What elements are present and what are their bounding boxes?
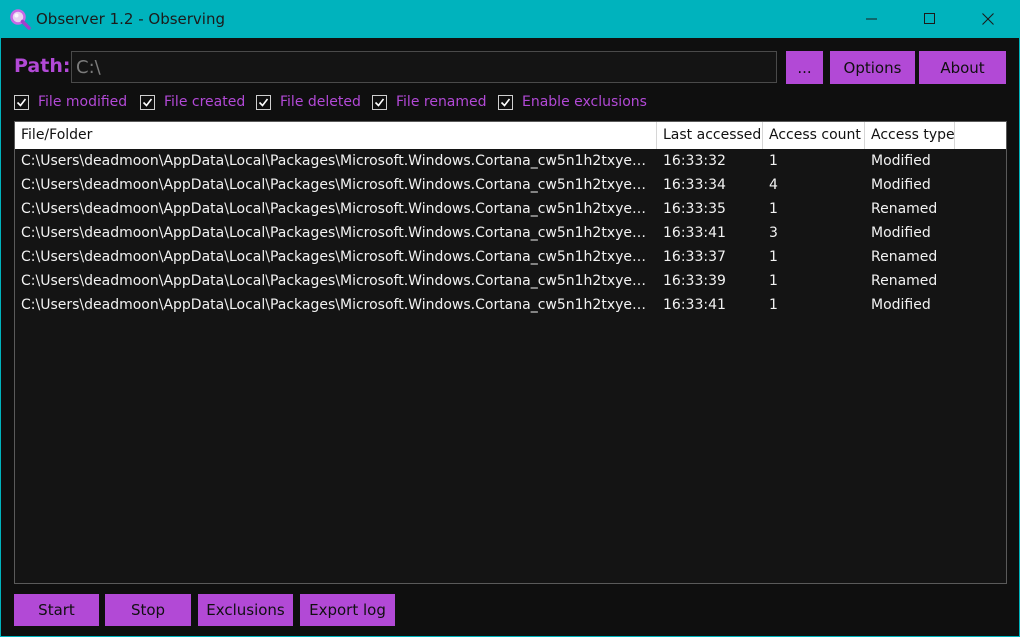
cell-path: C:\Users\deadmoon\AppData\Local\Packages… xyxy=(21,273,657,289)
app-window: Observer 1.2 - Observing Path: ... Optio… xyxy=(0,0,1020,637)
maximize-icon xyxy=(924,10,936,29)
column-header-access-type[interactable]: Access type xyxy=(865,122,955,149)
cell-last-accessed: 16:33:35 xyxy=(663,201,726,217)
cell-access-count: 1 xyxy=(769,249,778,265)
cell-access-type: Renamed xyxy=(871,273,938,289)
checkbox-label: File modified xyxy=(38,94,128,110)
cell-access-count: 4 xyxy=(769,177,778,193)
export-log-button[interactable]: Export log xyxy=(300,594,395,626)
checkmark-icon xyxy=(140,94,155,110)
table-row[interactable]: C:\Users\deadmoon\AppData\Local\Packages… xyxy=(15,149,1006,173)
table-row[interactable]: C:\Users\deadmoon\AppData\Local\Packages… xyxy=(15,197,1006,221)
column-header-last-accessed[interactable]: Last accessed xyxy=(657,122,763,149)
checkmark-icon xyxy=(498,94,513,110)
file-deleted-checkbox[interactable]: File deleted xyxy=(256,94,361,110)
cell-path: C:\Users\deadmoon\AppData\Local\Packages… xyxy=(21,249,657,265)
events-table[interactable]: File/Folder Last accessed Access count A… xyxy=(14,121,1007,584)
cell-access-count: 1 xyxy=(769,297,778,313)
table-header: File/Folder Last accessed Access count A… xyxy=(15,122,1006,149)
exclusions-button[interactable]: Exclusions xyxy=(198,594,293,626)
cell-path: C:\Users\deadmoon\AppData\Local\Packages… xyxy=(21,225,657,241)
cell-path: C:\Users\deadmoon\AppData\Local\Packages… xyxy=(21,153,657,169)
cell-last-accessed: 16:33:41 xyxy=(663,297,726,313)
checkmark-icon xyxy=(256,94,271,110)
cell-access-type: Renamed xyxy=(871,249,938,265)
options-button[interactable]: Options xyxy=(830,51,915,84)
cell-access-type: Modified xyxy=(871,297,931,313)
cell-access-type: Modified xyxy=(871,225,931,241)
checkmark-icon xyxy=(14,94,29,110)
file-modified-checkbox[interactable]: File modified xyxy=(14,94,127,110)
column-header-file-folder[interactable]: File/Folder xyxy=(15,122,657,149)
cell-last-accessed: 16:33:41 xyxy=(663,225,726,241)
checkbox-label: File created xyxy=(164,94,246,110)
maximize-button[interactable] xyxy=(901,1,959,38)
close-button[interactable] xyxy=(959,1,1017,38)
table-row[interactable]: C:\Users\deadmoon\AppData\Local\Packages… xyxy=(15,245,1006,269)
file-renamed-checkbox[interactable]: File renamed xyxy=(372,94,487,110)
title-bar[interactable]: Observer 1.2 - Observing xyxy=(1,1,1019,38)
magnifier-icon xyxy=(9,8,31,30)
minimize-button[interactable] xyxy=(843,1,901,38)
cell-path: C:\Users\deadmoon\AppData\Local\Packages… xyxy=(21,201,657,217)
cell-last-accessed: 16:33:37 xyxy=(663,249,726,265)
table-row[interactable]: C:\Users\deadmoon\AppData\Local\Packages… xyxy=(15,173,1006,197)
cell-last-accessed: 16:33:34 xyxy=(663,177,726,193)
cell-last-accessed: 16:33:32 xyxy=(663,153,726,169)
table-body: C:\Users\deadmoon\AppData\Local\Packages… xyxy=(15,149,1006,317)
cell-access-type: Renamed xyxy=(871,201,938,217)
cell-access-type: Modified xyxy=(871,153,931,169)
checkbox-label: File renamed xyxy=(396,94,487,110)
checkbox-label: File deleted xyxy=(280,94,361,110)
minimize-icon xyxy=(866,10,878,29)
window-title: Observer 1.2 - Observing xyxy=(36,10,225,28)
cell-access-count: 1 xyxy=(769,201,778,217)
cell-access-count: 1 xyxy=(769,273,778,289)
column-header-access-count[interactable]: Access count xyxy=(763,122,865,149)
cell-access-count: 1 xyxy=(769,153,778,169)
enable-exclusions-checkbox[interactable]: Enable exclusions xyxy=(498,94,647,110)
table-row[interactable]: C:\Users\deadmoon\AppData\Local\Packages… xyxy=(15,221,1006,245)
path-input[interactable] xyxy=(71,51,777,83)
about-button[interactable]: About xyxy=(919,51,1006,84)
browse-button[interactable]: ... xyxy=(786,51,823,84)
table-row[interactable]: C:\Users\deadmoon\AppData\Local\Packages… xyxy=(15,293,1006,317)
cell-access-count: 3 xyxy=(769,225,778,241)
cell-path: C:\Users\deadmoon\AppData\Local\Packages… xyxy=(21,177,657,193)
path-label: Path: xyxy=(14,55,71,77)
cell-last-accessed: 16:33:39 xyxy=(663,273,726,289)
close-icon xyxy=(982,10,994,29)
start-button[interactable]: Start xyxy=(14,594,99,626)
checkmark-icon xyxy=(372,94,387,110)
file-created-checkbox[interactable]: File created xyxy=(140,94,245,110)
table-row[interactable]: C:\Users\deadmoon\AppData\Local\Packages… xyxy=(15,269,1006,293)
checkbox-label: Enable exclusions xyxy=(522,94,647,110)
stop-button[interactable]: Stop xyxy=(105,594,191,626)
cell-access-type: Modified xyxy=(871,177,931,193)
cell-path: C:\Users\deadmoon\AppData\Local\Packages… xyxy=(21,297,657,313)
